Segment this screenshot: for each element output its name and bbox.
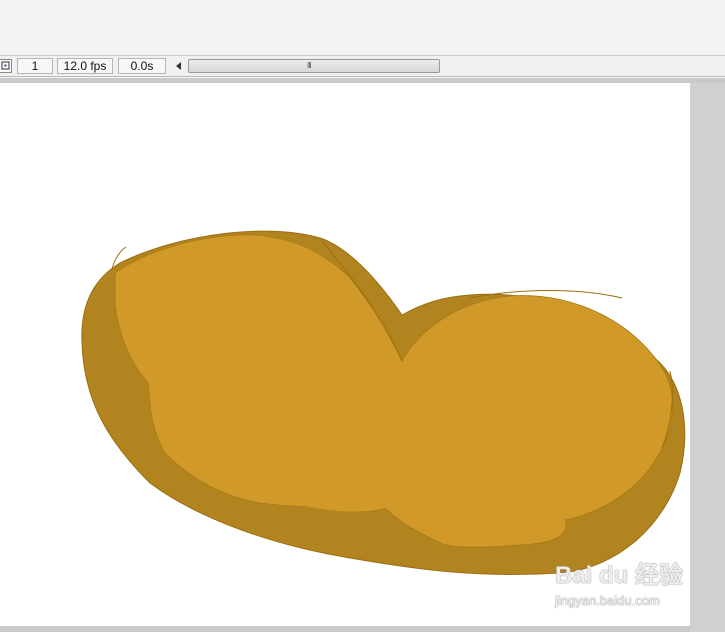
scroll-left-arrow-icon	[176, 57, 182, 75]
baidu-watermark: Bai du 经验 jingyan.baidu.com	[555, 555, 695, 615]
watermark-brand: Bai du 经验	[555, 562, 684, 589]
frame-rate-field[interactable]: 12.0 fps	[57, 58, 113, 74]
scroll-left-button[interactable]	[174, 60, 184, 72]
toolbar-area	[0, 0, 725, 55]
artwork-svg	[81, 230, 686, 576]
scrollbar-grip[interactable]: III	[307, 62, 319, 70]
center-frame-icon	[1, 57, 10, 75]
stage-pasteboard	[0, 78, 725, 632]
elapsed-time-field: 0.0s	[118, 58, 166, 74]
stage-canvas[interactable]	[0, 83, 690, 626]
watermark-url: jingyan.baidu.com	[555, 593, 660, 608]
timeline-status-bar: 1 12.0 fps 0.0s III	[0, 55, 725, 77]
timeline-scrollbar[interactable]: III	[188, 59, 440, 73]
current-frame-field[interactable]: 1	[17, 58, 53, 74]
center-frame-button[interactable]	[0, 59, 12, 73]
flash-editor-window: 1 12.0 fps 0.0s III Bai du 经验 jingyan.ba…	[0, 0, 725, 632]
pasteboard-right	[690, 83, 725, 632]
